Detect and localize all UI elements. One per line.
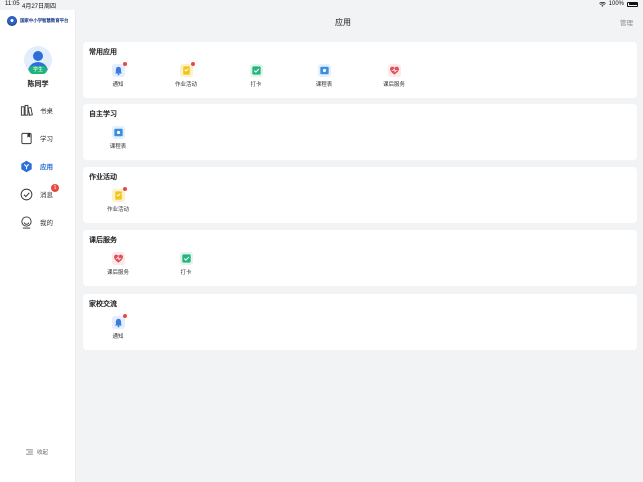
bell-icon [111,62,127,77]
apps-icon [21,160,32,172]
app-label: 课后服务 [382,82,405,88]
app-label: 课后服务 [106,270,129,276]
section-title: 家校交流 [89,301,117,308]
app-schedule[interactable]: 课程表 [93,126,143,150]
sidebar-item-desk[interactable]: 书桌 [20,102,53,118]
brand-name: 国家中小学智慧教育平台 [20,18,69,23]
app-label: 打卡 [250,82,262,88]
collapse-icon [26,449,33,455]
homework-icon [111,187,127,202]
app-label: 作业活动 [174,82,197,88]
brand-logo: 国家中小学智慧教育平台 [7,16,69,26]
section-title: 常用应用 [89,49,117,56]
unread-dot [190,62,195,66]
homework-icon [179,62,195,77]
app-schedule[interactable]: 课程表 [299,64,349,88]
app-label: 打卡 [180,270,192,276]
schedule-icon [317,64,331,77]
sidebar-item-label: 应用 [40,164,53,171]
status-bar: 11:05 4月27日周四 100% [0,0,643,10]
desk-icon [20,104,33,116]
section-homework: 作业活动 作业活动 [83,167,637,223]
unread-dot [122,187,127,191]
message-icon [20,188,33,200]
schedule-icon [111,126,125,139]
sidebar-item-messages[interactable]: 1 消息 [20,183,59,202]
message-badge: 1 [51,183,59,192]
battery-percent: 100% [608,1,624,7]
role-badge: 学生 [29,66,47,74]
wifi-icon [598,1,606,7]
app-homework[interactable]: 作业活动 [93,187,143,213]
app-label: 作业活动 [106,207,129,213]
unread-dot [122,62,127,66]
sidebar-item-label: 学习 [40,136,53,143]
battery-icon [627,1,638,7]
section-frequent-apps: 常用应用 通知 作业活动 打卡 课程表 课后服务 [83,42,637,98]
sidebar-item-label: 书桌 [40,108,53,115]
profile-icon [21,215,32,229]
platform-logo-icon [7,16,17,26]
status-time: 11:05 [5,1,20,7]
sidebar-item-apps[interactable]: 应用 [20,158,53,174]
user-name: 陈同学 [27,81,49,88]
app-homework[interactable]: 作业活动 [161,62,211,88]
section-title: 课后服务 [89,237,117,244]
app-label: 课程表 [109,144,127,150]
unread-dot [122,314,127,318]
sidebar: 国家中小学智慧教育平台 学生 陈同学 书桌 学习 应用 1 消息 我的 收起 [0,10,76,482]
sidebar-item-label: 我的 [40,220,53,227]
section-title: 自主学习 [89,111,117,118]
study-icon [21,132,32,144]
manage-button[interactable]: 管理 [620,17,633,27]
sidebar-item-study[interactable]: 学习 [20,130,53,146]
section-home-school: 家校交流 通知 [83,294,637,350]
app-checkin[interactable]: 打卡 [231,64,281,88]
status-right: 100% [598,1,638,7]
after-school-icon [111,252,125,265]
page-title: 应用 [335,18,351,27]
app-after-school[interactable]: 课后服务 [93,252,143,276]
after-school-icon [387,64,401,77]
section-after-school: 课后服务 课后服务 打卡 [83,230,637,286]
section-title: 作业活动 [89,174,117,181]
sidebar-item-profile[interactable]: 我的 [20,214,53,230]
app-label: 通知 [112,334,124,340]
app-checkin[interactable]: 打卡 [161,252,211,276]
message-icon-wrap: 1 [20,183,59,201]
collapse-label: 收起 [37,450,49,456]
bell-icon [111,314,127,329]
app-label: 课程表 [315,82,333,88]
status-date: 4月27日周四 [22,4,57,10]
app-label: 通知 [112,82,124,88]
collapse-button[interactable]: 收起 [26,448,48,456]
section-self-study: 自主学习 课程表 [83,104,637,160]
app-after-school[interactable]: 课后服务 [369,64,419,88]
app-notice[interactable]: 通知 [93,62,143,88]
checkin-icon [179,252,193,265]
avatar[interactable]: 学生 [24,46,52,74]
checkin-icon [249,64,263,77]
app-notice[interactable]: 通知 [93,314,143,340]
